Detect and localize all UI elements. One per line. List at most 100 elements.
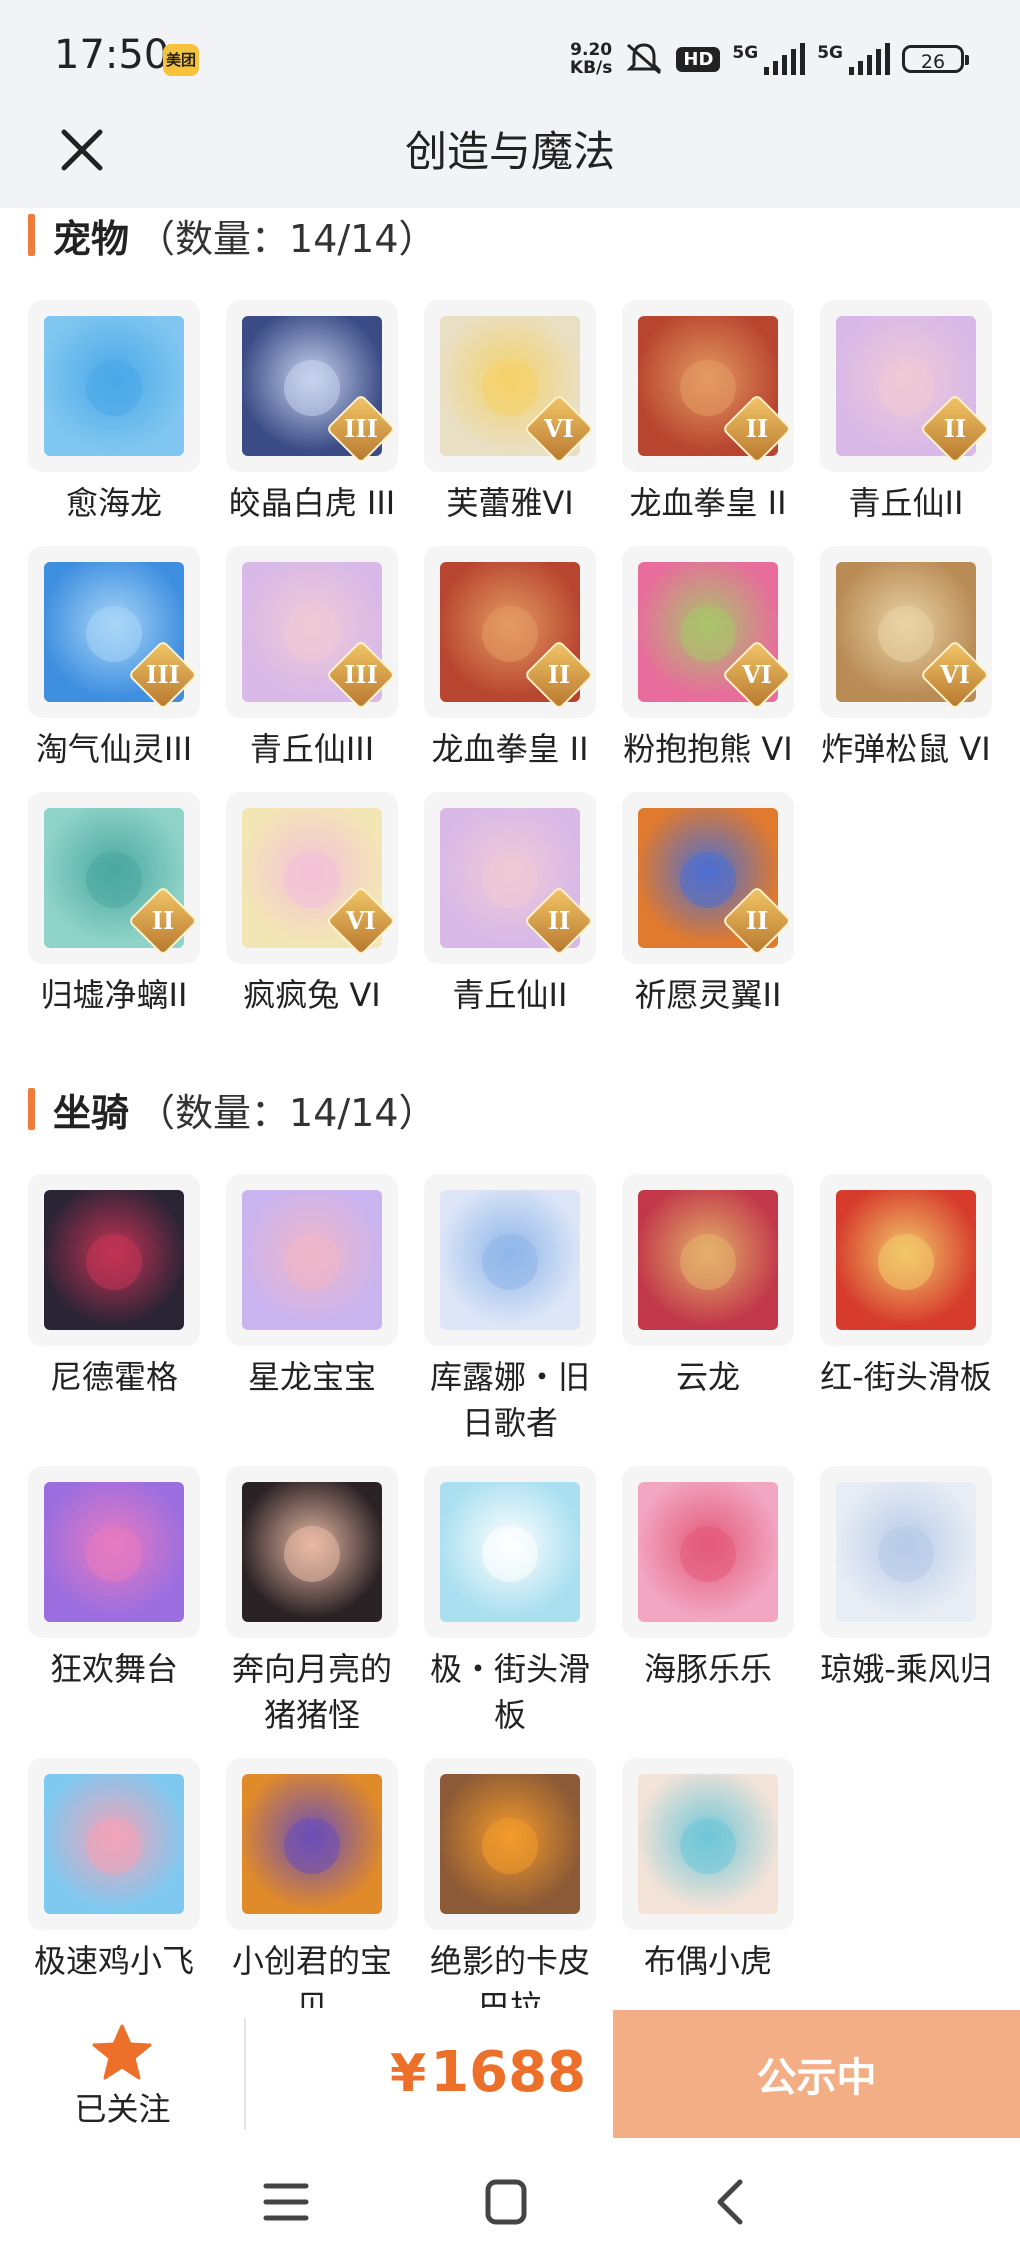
- section-count: （数量：14/14）: [137, 1090, 437, 1135]
- menu-icon: [263, 2183, 309, 2221]
- price: ¥1688: [390, 2040, 586, 2105]
- item-thumbnail: [622, 1466, 794, 1638]
- grid-item[interactable]: 星龙宝宝: [226, 1174, 398, 1466]
- item-label: 炸弹松鼠 VI: [821, 730, 991, 768]
- grid-item[interactable]: VI 粉抱抱熊 VI: [622, 546, 794, 792]
- item-label: 青丘仙III: [249, 730, 375, 768]
- item-thumbnail: VI: [622, 546, 794, 718]
- item-artwork: [836, 1190, 976, 1330]
- item-artwork: [242, 1190, 382, 1330]
- item-label: 疯疯兔 VI: [243, 976, 381, 1014]
- grid-item[interactable]: 狂欢舞台: [28, 1466, 200, 1758]
- item-artwork: [44, 1482, 184, 1622]
- grid-item[interactable]: III 青丘仙III: [226, 546, 398, 792]
- item-label: 绝影的卡皮巴拉: [429, 1942, 590, 2008]
- item-thumbnail: III: [28, 546, 200, 718]
- grid-item[interactable]: III 皎晶白虎 III: [226, 300, 398, 546]
- grid-item[interactable]: 库露娜・旧日歌者: [424, 1174, 596, 1466]
- item-thumbnail: [424, 1758, 596, 1930]
- grid-item[interactable]: VI 炸弹松鼠 VI: [820, 546, 992, 792]
- grid-item[interactable]: 海豚乐乐: [622, 1466, 794, 1758]
- item-artwork: [440, 1774, 580, 1914]
- battery-icon: 26: [902, 45, 969, 73]
- item-thumbnail: III: [226, 300, 398, 472]
- grid-item[interactable]: II 祈愿灵翼II: [622, 792, 794, 1038]
- signal-icon-sim2: 5G: [817, 43, 890, 75]
- item-label: 归墟净螭II: [40, 976, 188, 1014]
- grid-item[interactable]: 极速鸡小飞: [28, 1758, 200, 2008]
- item-label: 布偶小虎: [643, 1942, 772, 1980]
- bottom-action-bar: 已关注 ¥1688 公示中: [0, 2010, 1020, 2138]
- item-thumbnail: [28, 300, 200, 472]
- menu-button[interactable]: [256, 2178, 316, 2226]
- status-time: 17:50: [54, 32, 170, 78]
- item-thumbnail: [820, 1466, 992, 1638]
- item-label: 青丘仙II: [848, 484, 964, 522]
- item-thumbnail: [28, 1174, 200, 1346]
- grid-item[interactable]: 愈海龙: [28, 300, 200, 546]
- section-title: 坐骑: [53, 1090, 130, 1135]
- grid-item[interactable]: 奔向月亮的猪猪怪: [226, 1466, 398, 1758]
- home-button[interactable]: [476, 2178, 536, 2226]
- item-thumbnail: VI: [226, 792, 398, 964]
- item-artwork: [440, 1482, 580, 1622]
- section-count: （数量：14/14）: [137, 216, 437, 261]
- item-label: 祈愿灵翼II: [634, 976, 782, 1014]
- item-thumbnail: VI: [424, 300, 596, 472]
- status-indicators: 9.20 KB/s HD 5G 5G 26: [570, 36, 969, 82]
- item-label: 云龙: [675, 1358, 740, 1396]
- grid-item[interactable]: 云龙: [622, 1174, 794, 1466]
- item-artwork: [242, 1774, 382, 1914]
- pets-grid: 愈海龙 III 皎晶白虎 III VI 芙蕾雅VI II 龙血拳皇 II II 青丘仙II III…: [28, 300, 998, 1038]
- item-thumbnail: [226, 1174, 398, 1346]
- item-label: 淘气仙灵III: [35, 730, 193, 768]
- publicity-status-button[interactable]: 公示中: [613, 2010, 1020, 2138]
- grid-item[interactable]: 布偶小虎: [622, 1758, 794, 2008]
- grid-item[interactable]: 绝影的卡皮巴拉: [424, 1758, 596, 2008]
- grid-item[interactable]: II 龙血拳皇 II: [622, 300, 794, 546]
- item-thumbnail: [226, 1758, 398, 1930]
- section-accent-bar: [28, 1088, 35, 1130]
- grid-item[interactable]: II 青丘仙II: [424, 792, 596, 1038]
- item-label: 极速鸡小飞: [33, 1942, 194, 1980]
- mounts-grid: 尼德霍格 星龙宝宝 库露娜・旧日歌者 云龙 红-街头滑板狂欢舞台 奔向月亮的猪猪怪 极・街头…: [28, 1174, 998, 2008]
- item-label: 青丘仙II: [452, 976, 568, 1014]
- grid-item[interactable]: 琼娥-乘风归: [820, 1466, 992, 1758]
- follow-button[interactable]: 已关注: [0, 2010, 245, 2138]
- item-thumbnail: [424, 1466, 596, 1638]
- item-artwork: [44, 316, 184, 456]
- meituan-app-icon: 美团: [163, 44, 199, 76]
- divider: [244, 2018, 246, 2130]
- grid-item[interactable]: 红-街头滑板: [820, 1174, 992, 1466]
- item-thumbnail: [226, 1466, 398, 1638]
- item-thumbnail: [622, 1174, 794, 1346]
- grid-item[interactable]: VI 疯疯兔 VI: [226, 792, 398, 1038]
- hd-icon: HD: [676, 46, 721, 72]
- item-label: 库露娜・旧日歌者: [429, 1358, 590, 1442]
- item-label: 星龙宝宝: [247, 1358, 376, 1396]
- item-thumbnail: II: [820, 300, 992, 472]
- item-thumbnail: III: [226, 546, 398, 718]
- follow-label: 已关注: [74, 2090, 171, 2128]
- item-artwork: [44, 1190, 184, 1330]
- item-thumbnail: [28, 1466, 200, 1638]
- grid-item[interactable]: II 归墟净螭II: [28, 792, 200, 1038]
- grid-item[interactable]: 小创君的宝贝: [226, 1758, 398, 2008]
- content-scroll-area[interactable]: 宠物 （数量：14/14） 愈海龙 III 皎晶白虎 III VI 芙蕾雅VI II 龙血拳…: [0, 208, 1020, 2008]
- section-title: 宠物: [53, 216, 130, 261]
- back-button[interactable]: [700, 2178, 760, 2226]
- grid-item[interactable]: III 淘气仙灵III: [28, 546, 200, 792]
- item-label: 愈海龙: [65, 484, 162, 522]
- item-thumbnail: VI: [820, 546, 992, 718]
- grid-item[interactable]: 极・街头滑板: [424, 1466, 596, 1758]
- item-thumbnail: II: [28, 792, 200, 964]
- item-label: 极・街头滑板: [429, 1650, 590, 1734]
- grid-item[interactable]: II 青丘仙II: [820, 300, 992, 546]
- mounts-section-header: 坐骑 （数量：14/14）: [28, 1084, 437, 1135]
- item-label: 小创君的宝贝: [231, 1942, 392, 2008]
- grid-item[interactable]: VI 芙蕾雅VI: [424, 300, 596, 546]
- item-label: 龙血拳皇 II: [629, 484, 787, 522]
- grid-item[interactable]: II 龙血拳皇 II: [424, 546, 596, 792]
- grid-item[interactable]: 尼德霍格: [28, 1174, 200, 1466]
- item-artwork: [44, 1774, 184, 1914]
